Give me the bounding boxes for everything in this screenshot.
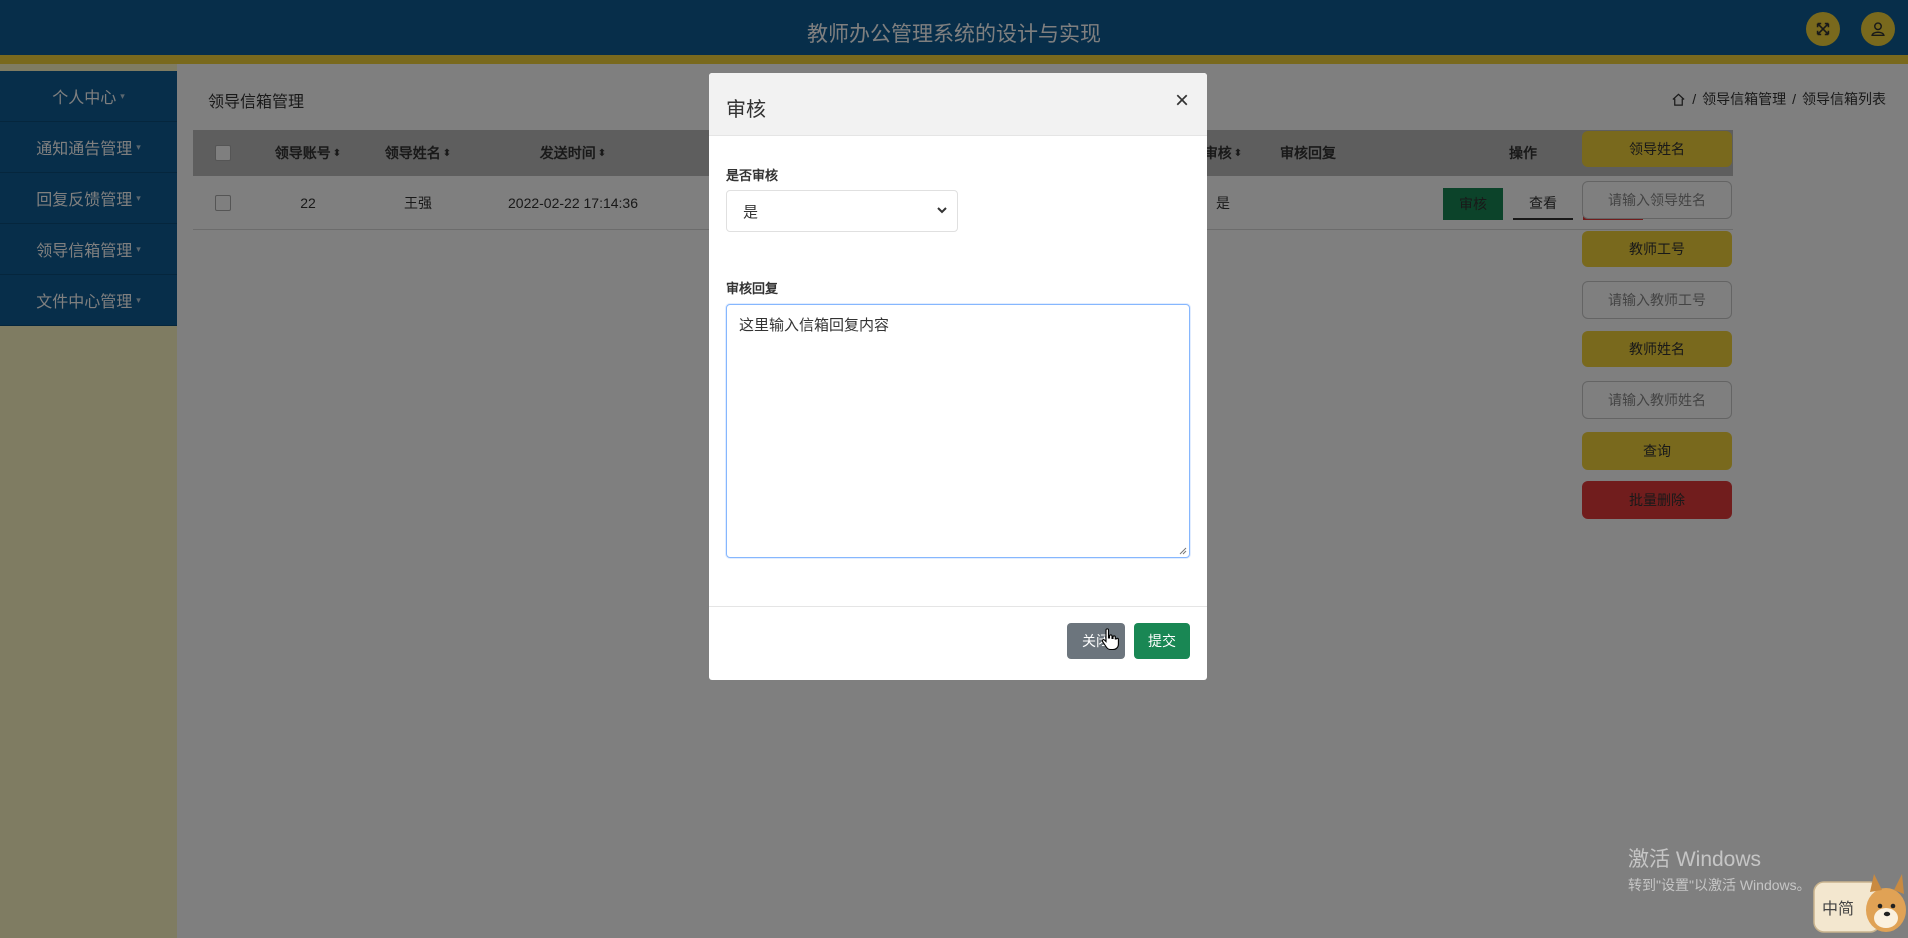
resize-grip-icon[interactable] [1179,547,1187,555]
modal-header: 审核 × [709,73,1207,136]
ime-mode-label: 中简 [1822,899,1854,918]
review-reply-text: 这里输入信箱回复内容 [739,317,890,334]
ime-mascot-icon[interactable]: 中简 [1812,860,1908,938]
chevron-down-icon [937,207,947,214]
hand-cursor-icon [1101,628,1119,651]
is-review-selected-value: 是 [743,203,759,221]
modal-title: 审核 [726,99,766,121]
is-review-label: 是否审核 [726,168,779,183]
review-modal: 审核 × 是否审核 是 审核回复 这里输入信箱回复内容 关闭 提交 [709,73,1207,680]
modal-footer: 关闭 提交 [709,606,1207,680]
watermark-line1: 激活 Windows [1628,848,1762,871]
windows-activation-watermark: 激活 Windows 转到"设置"以激活 Windows。 [1628,843,1811,895]
review-reply-textarea[interactable]: 这里输入信箱回复内容 [726,304,1190,558]
close-icon[interactable]: × [1175,89,1189,113]
watermark-line2: 转到"设置"以激活 Windows。 [1628,877,1811,893]
review-reply-label: 审核回复 [726,281,779,296]
is-review-select[interactable]: 是 [726,190,958,232]
modal-submit-button[interactable]: 提交 [1134,623,1190,659]
